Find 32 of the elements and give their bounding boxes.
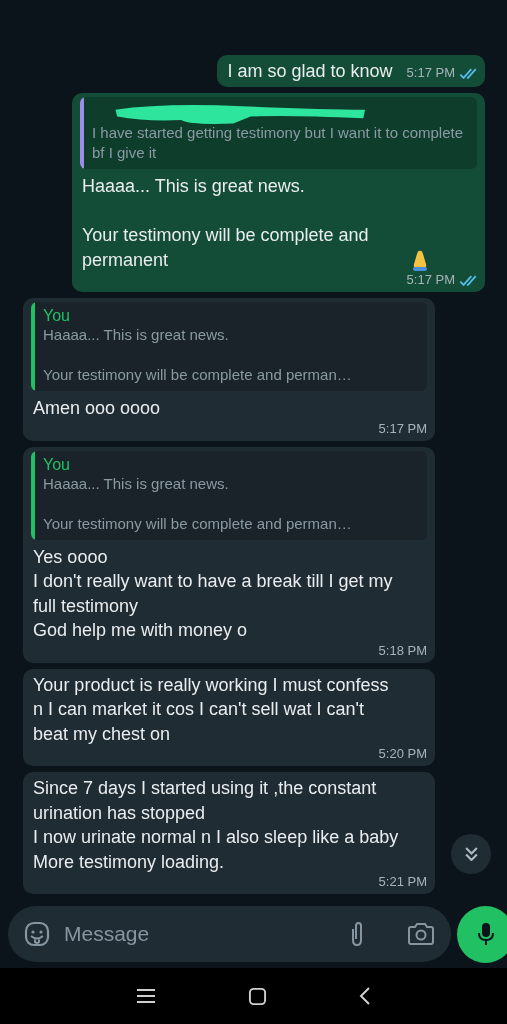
menu-icon[interactable] bbox=[136, 988, 156, 1004]
message-time: 5:21 PM bbox=[378, 873, 427, 891]
sticker-icon[interactable] bbox=[24, 921, 50, 947]
quote-author: You bbox=[43, 306, 71, 325]
message-text: Since 7 days I started using it ,the constant urination has stopped I now urinate normal n I also sleep like a baby More testimony loading. bbox=[33, 777, 400, 874]
scroll-down-button[interactable] bbox=[451, 834, 491, 874]
message-input[interactable]: Message bbox=[62, 921, 337, 947]
microphone-button[interactable] bbox=[457, 905, 507, 963]
message-field[interactable]: Message bbox=[8, 906, 451, 962]
home-icon[interactable] bbox=[248, 986, 267, 1006]
quote-text: Haaaa... This is great news. Your testimony will be complete and perman… bbox=[43, 473, 352, 534]
quote-text: Haaaa... This is great news. Your testimony will be complete and perman… bbox=[43, 325, 352, 385]
message-time: 5:17 PM bbox=[378, 419, 427, 438]
quoted-message[interactable]: I have started getting testimony but I want it to complete bf I give it bbox=[80, 97, 477, 169]
camera-icon[interactable] bbox=[407, 922, 435, 946]
microphone-icon bbox=[475, 921, 496, 947]
message-text: Amen ooo oooo bbox=[33, 397, 161, 420]
message-text: Yes oooo I don't really want to have a break till I get my full testimony God help me with money o bbox=[33, 545, 394, 642]
message-text: Haaaa... This is great news. Your testimony will be complete and permanent bbox=[82, 175, 370, 272]
message-time: 5:17 PM bbox=[406, 64, 455, 82]
paperclip-icon[interactable] bbox=[349, 921, 365, 947]
back-icon[interactable] bbox=[359, 986, 371, 1006]
message-time: 5:17 PM bbox=[406, 271, 455, 289]
quoted-message[interactable]: You Haaaa... This is great news. Your testimony will be complete and perman… bbox=[31, 450, 427, 540]
message-time: 5:18 PM bbox=[378, 641, 427, 660]
quoted-message[interactable]: You Haaaa... This is great news. Your testimony will be complete and perman… bbox=[31, 302, 427, 391]
message-text: Your product is really working I must confess n I can market it cos I can't sell wat I can't beat my chest on bbox=[33, 673, 390, 746]
message-text: I am so glad to know bbox=[227, 59, 393, 83]
message-time: 5:20 PM bbox=[378, 745, 427, 763]
quote-text: I have started getting testimony but I want it to complete bf I give it bbox=[92, 123, 465, 163]
double-chevron-icon bbox=[464, 847, 478, 861]
quote-author: You bbox=[43, 454, 71, 474]
